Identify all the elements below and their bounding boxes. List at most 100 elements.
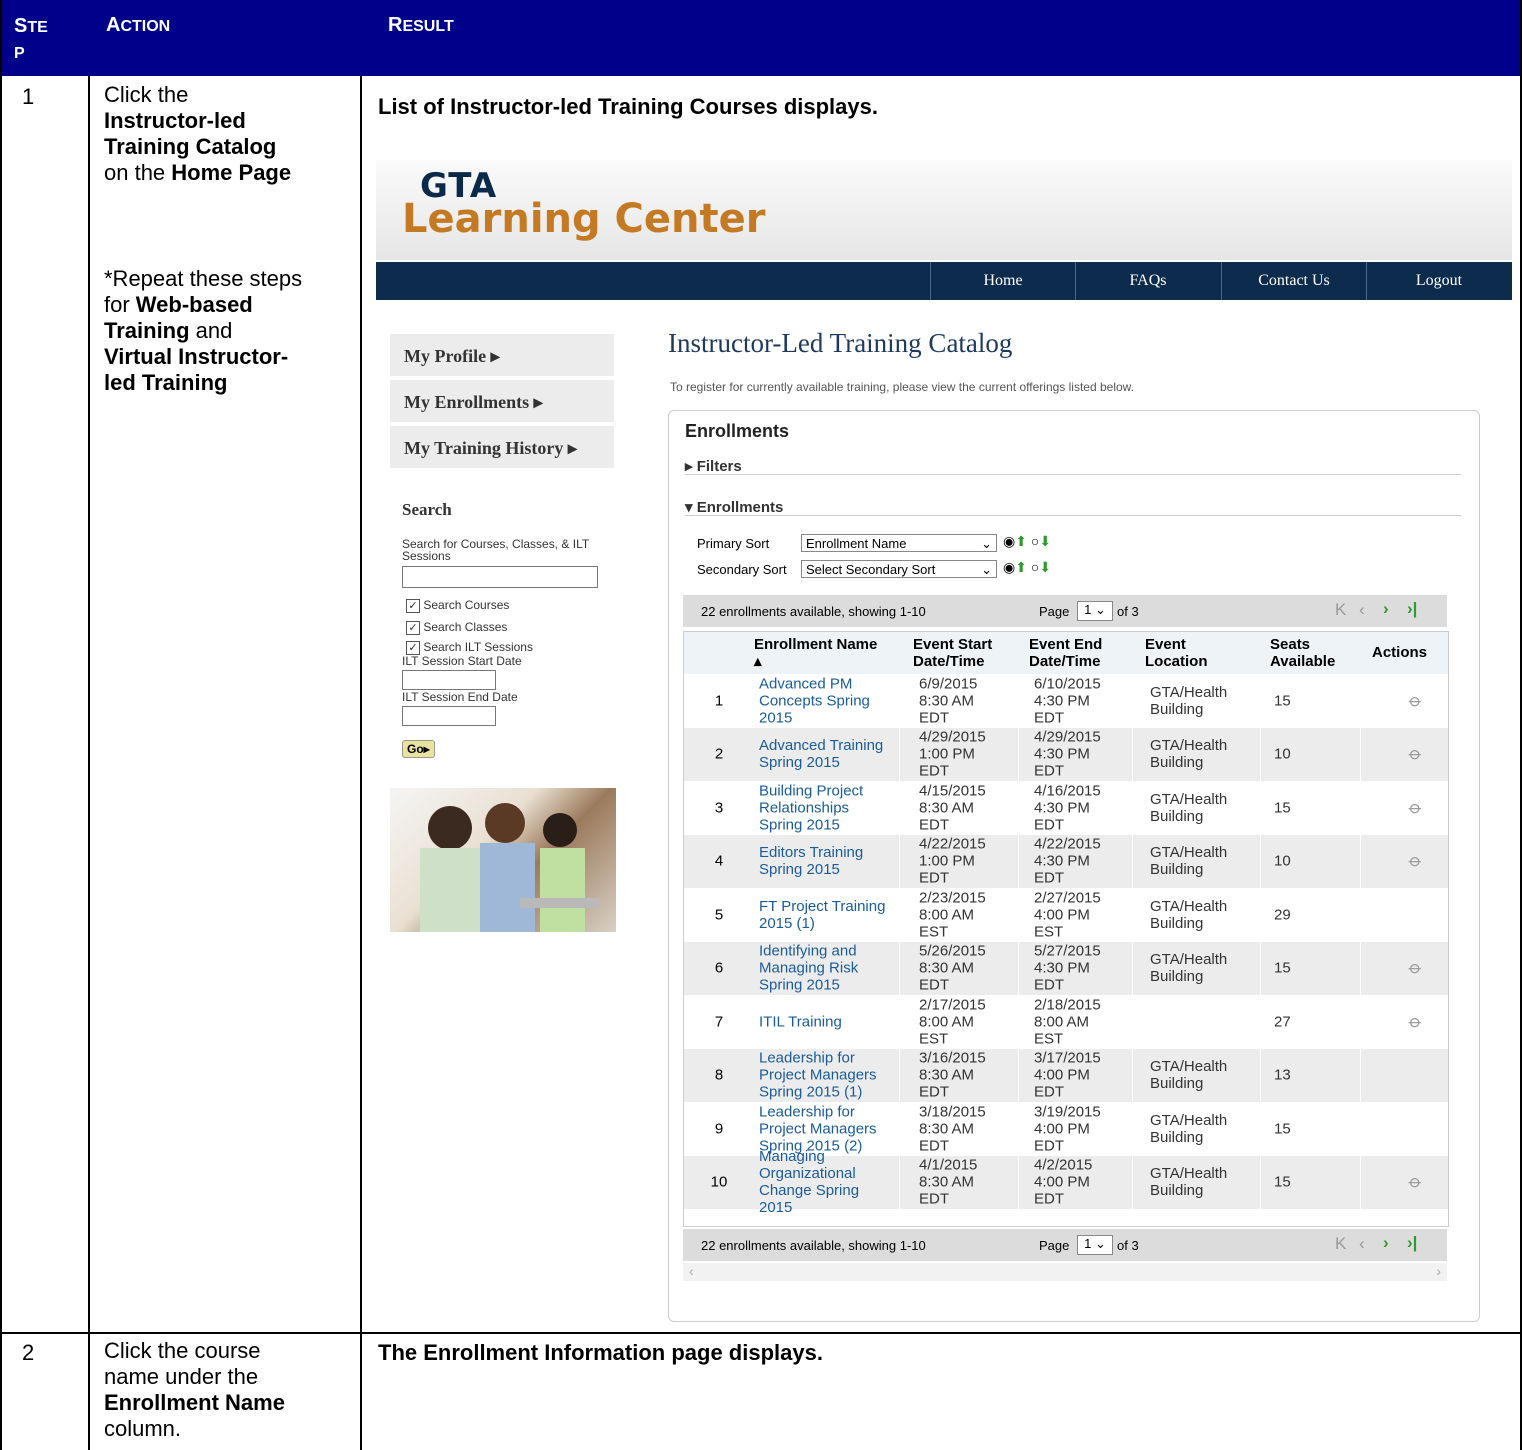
divider <box>1132 727 1133 781</box>
checkbox-search-courses[interactable]: ✓ Search Courses <box>406 594 533 616</box>
go-button[interactable]: Go▸ <box>402 740 435 758</box>
divider <box>899 727 900 781</box>
first-page-icon[interactable]: K <box>1335 1234 1346 1254</box>
attachment-icon[interactable]: ⌀ <box>1405 796 1427 818</box>
event-end: 3/17/2015 4:00 PM EDT <box>1034 1049 1101 1101</box>
table-row: 2 Advanced Training Spring 2015 4/29/2015 … <box>684 727 1448 781</box>
nav-faqs[interactable]: FAQs <box>1075 262 1220 300</box>
seats-available: 15 <box>1274 1173 1291 1191</box>
table-row: 10 Managing Organizational Change Spring … <box>684 1148 1448 1216</box>
row-number: 1 <box>714 692 724 709</box>
table-row: 4 Editors Training Spring 2015 4/22/2015 1… <box>684 834 1448 888</box>
pager-top: 22 enrollments available, showing 1-10 P… <box>683 595 1447 627</box>
top-nav: Home FAQs Contact Us Logout <box>376 262 1512 300</box>
search-label: Search for Courses, Classes, & ILT Sessi… <box>402 537 589 563</box>
primary-sort-order[interactable]: ◉⬆ ○⬇ <box>1003 533 1051 550</box>
page-label: Page <box>1039 1238 1070 1253</box>
divider <box>1360 834 1361 888</box>
enrollment-name-link[interactable]: Identifying and Managing Risk Spring 201… <box>759 943 889 994</box>
col-enrollment-name[interactable]: Enrollment Name ▴ <box>754 636 884 670</box>
end-date-input[interactable] <box>402 706 496 726</box>
attachment-icon[interactable]: ⌀ <box>1405 850 1427 872</box>
scroll-left-icon[interactable]: ‹ <box>689 1263 694 1279</box>
attachment-icon[interactable]: ⌀ <box>1405 743 1427 765</box>
prev-page-icon[interactable]: ‹ <box>1359 1234 1365 1254</box>
nav-home[interactable]: Home <box>930 262 1075 300</box>
enrollment-name-link[interactable]: Leadership for Project Managers Spring 2… <box>759 1050 889 1101</box>
primary-sort-label: Primary Sort <box>697 536 770 551</box>
enrollment-name-link[interactable]: Building Project Relationships Spring 20… <box>759 782 889 833</box>
event-start: 5/26/2015 8:30 AM EDT <box>919 942 986 994</box>
divider <box>1132 1048 1133 1102</box>
action-text: Click the Instructor-led Training Catalo… <box>104 82 292 185</box>
enrollment-name-link[interactable]: Leadership for Project Managers Spring 2… <box>759 1103 889 1154</box>
last-page-icon[interactable]: ›| <box>1407 1233 1417 1253</box>
divider <box>1018 1102 1019 1155</box>
divider <box>1018 888 1019 941</box>
event-end: 4/29/2015 4:30 PM EDT <box>1034 728 1101 780</box>
people-photo <box>390 788 616 932</box>
attachment-icon[interactable]: ⌀ <box>1405 689 1427 711</box>
table-row: 5 FT Project Training 2015 (1) 2/23/2015 8… <box>684 888 1448 941</box>
enrollment-name-link[interactable]: FT Project Training 2015 (1) <box>759 898 889 932</box>
secondary-sort-select[interactable]: Select Secondary Sort ⌄ <box>801 560 997 578</box>
secondary-sort-order[interactable]: ◉⬆ ○⬇ <box>1003 559 1051 576</box>
attachment-icon[interactable]: ⌀ <box>1405 957 1427 979</box>
first-page-icon[interactable]: K <box>1335 600 1346 620</box>
attachment-icon[interactable]: ⌀ <box>1405 1010 1427 1032</box>
secondary-sort-label: Secondary Sort <box>697 562 787 577</box>
search-title: Search <box>402 500 452 519</box>
divider <box>1018 834 1019 888</box>
divider <box>88 76 90 1450</box>
scroll-right-icon[interactable]: › <box>1436 1263 1441 1279</box>
step-number: 1 <box>22 84 35 109</box>
attachment-icon[interactable]: ⌀ <box>1405 1171 1427 1193</box>
divider <box>1360 995 1361 1048</box>
next-page-icon[interactable]: › <box>1383 599 1389 619</box>
sidebar-item-my-enrollments[interactable]: My Enrollments ▸ <box>390 380 614 424</box>
sidebar-item-my-profile[interactable]: My Profile ▸ <box>390 334 614 378</box>
page-of: of 3 <box>1117 604 1139 619</box>
enrollment-name-link[interactable]: ITIL Training <box>759 1013 889 1030</box>
horizontal-scrollbar[interactable]: ‹ › <box>683 1263 1447 1281</box>
embedded-screenshot: GTA Learning Center Home FAQs Contact Us… <box>376 160 1512 1328</box>
enrollment-name-link[interactable]: Advanced Training Spring 2015 <box>759 737 889 771</box>
next-page-icon[interactable]: › <box>1383 1233 1389 1253</box>
divider <box>1132 674 1133 727</box>
filters-toggle[interactable]: ▸ Filters <box>685 457 742 475</box>
enrollments-toggle[interactable]: ▾ Enrollments <box>685 498 783 516</box>
event-location: GTA/Health Building <box>1150 844 1228 878</box>
page-of: of 3 <box>1117 1238 1139 1253</box>
table-row: 1 Advanced PM Concepts Spring 2015 6/9/201… <box>684 674 1448 727</box>
checkbox-search-classes[interactable]: ✓ Search Classes <box>406 616 533 638</box>
primary-sort-select[interactable]: Enrollment Name ⌄ <box>801 534 997 552</box>
event-end: 2/18/2015 8:00 AM EST <box>1034 996 1101 1047</box>
enrollment-name-link[interactable]: Editors Training Spring 2015 <box>759 844 889 878</box>
event-start: 3/16/2015 8:30 AM EDT <box>919 1049 986 1101</box>
enrollment-name-link[interactable]: Managing Organizational Change Spring 20… <box>759 1148 889 1216</box>
divider <box>1018 781 1019 834</box>
pager-summary: 22 enrollments available, showing 1-10 <box>701 1238 926 1253</box>
divider <box>685 515 1461 516</box>
nav-contact-us[interactable]: Contact Us <box>1221 262 1366 300</box>
last-page-icon[interactable]: ›| <box>1407 599 1417 619</box>
seats-available: 15 <box>1274 799 1291 816</box>
start-date-input[interactable] <box>402 670 496 690</box>
prev-page-icon[interactable]: ‹ <box>1359 600 1365 620</box>
event-start: 3/18/2015 8:30 AM EDT <box>919 1103 986 1154</box>
enrollment-name-link[interactable]: Advanced PM Concepts Spring 2015 <box>759 675 889 726</box>
divider <box>1260 1155 1261 1209</box>
divider <box>899 1102 900 1155</box>
divider <box>899 995 900 1048</box>
event-location: GTA/Health Building <box>1150 790 1228 825</box>
divider <box>1132 1155 1133 1209</box>
page-select[interactable]: 1 ⌄ <box>1077 601 1113 621</box>
nav-logout[interactable]: Logout <box>1366 262 1511 300</box>
sidebar-item-my-training-history[interactable]: My Training History ▸ <box>390 426 614 470</box>
action-note: *Repeat these steps for Web-based Traini… <box>104 266 303 395</box>
event-location: GTA/Health Building <box>1150 951 1228 985</box>
event-end: 4/16/2015 4:30 PM EDT <box>1034 782 1101 833</box>
page-select[interactable]: 1 ⌄ <box>1077 1235 1113 1255</box>
event-start: 4/29/2015 1:00 PM EDT <box>919 728 986 780</box>
search-input[interactable] <box>402 566 598 588</box>
